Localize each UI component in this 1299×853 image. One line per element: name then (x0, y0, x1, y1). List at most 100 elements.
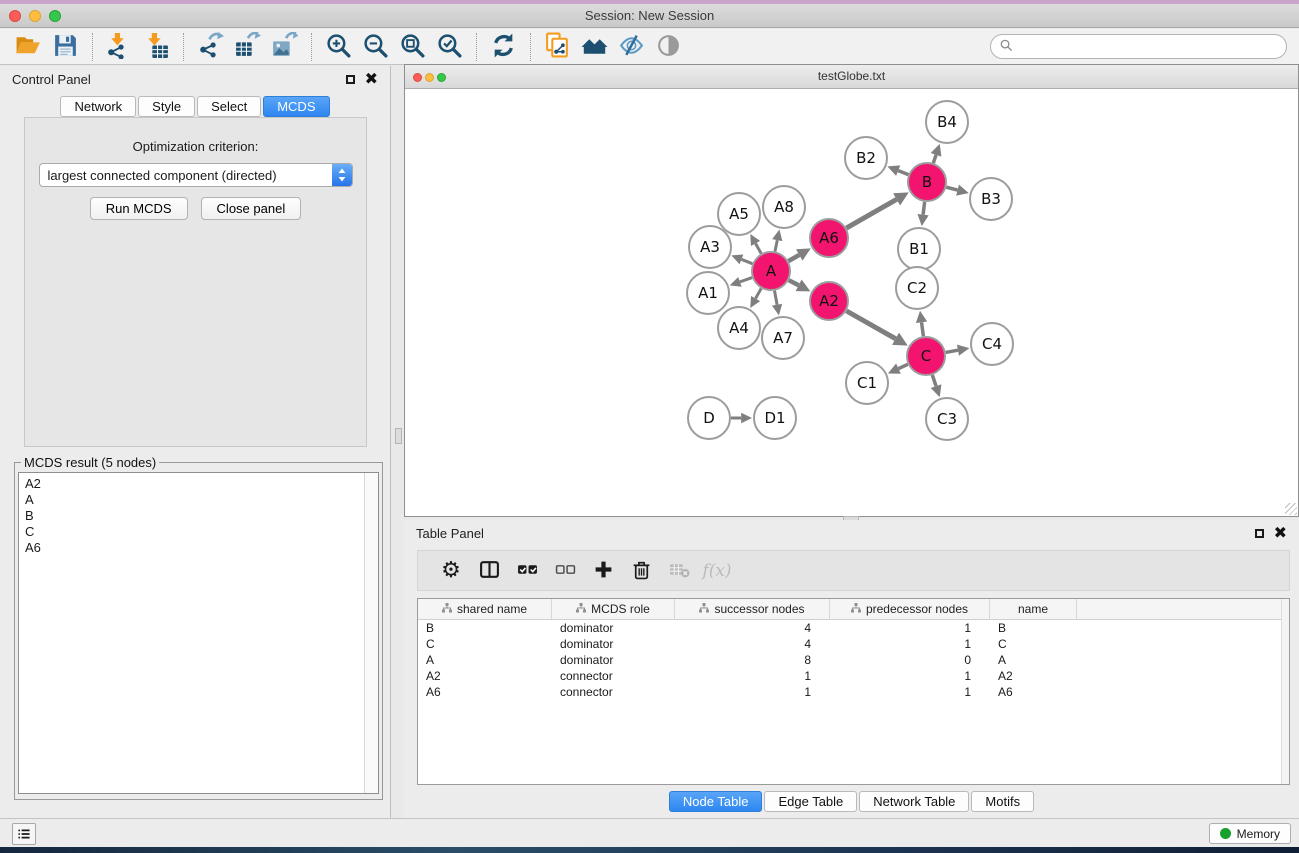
table-row[interactable]: Adominator80A (418, 652, 1289, 668)
graph-edge-C-C2[interactable] (922, 322, 924, 336)
hide-panel-icon (618, 32, 645, 62)
graph-edge-A-A2[interactable] (789, 280, 799, 285)
graph-edge-arrow (931, 384, 942, 397)
result-item[interactable]: B (25, 508, 372, 524)
zoom-selected-button[interactable] (431, 32, 468, 62)
graph-edge-A-A8[interactable] (775, 240, 777, 251)
column-header-successor-nodes[interactable]: successor nodes (675, 599, 830, 619)
tab-mcds[interactable]: MCDS (263, 96, 329, 117)
zoom-in-button[interactable] (320, 32, 357, 62)
import-table-button[interactable] (138, 32, 175, 62)
graph-edge-A6-B[interactable] (846, 199, 896, 228)
graph-node-label: A7 (773, 329, 793, 347)
cell-name: C (990, 637, 1077, 651)
graph-edge-B-B3[interactable] (946, 187, 957, 190)
delete-button[interactable] (622, 555, 660, 587)
run-mcds-button[interactable]: Run MCDS (90, 197, 188, 220)
tab-edge-table[interactable]: Edge Table (764, 791, 857, 812)
graph-edge-C-C1[interactable] (898, 364, 907, 368)
task-history-button[interactable] (12, 823, 36, 845)
export-network-button[interactable] (192, 32, 229, 62)
float-table-panel-icon[interactable] (1255, 529, 1264, 538)
graph-edge-A-A1[interactable] (740, 278, 752, 282)
column-header-name[interactable]: name (990, 599, 1077, 619)
table-panel: Table Panel ✖ ⚙f(x) shared nameMCDS role… (404, 520, 1299, 818)
split-view-button[interactable] (470, 555, 508, 587)
graph-edge-B-B1[interactable] (923, 202, 925, 215)
toolbar-separator (183, 33, 184, 61)
table-panel-header: Table Panel ✖ (404, 520, 1299, 546)
graph-node-label: B2 (856, 149, 876, 167)
toolbar-separator (530, 33, 531, 61)
graph-edge-A-A4[interactable] (756, 288, 762, 298)
graph-edge-A2-C[interactable] (846, 311, 895, 339)
resize-corner-handle[interactable] (1285, 503, 1297, 515)
tab-node-table[interactable]: Node Table (669, 791, 763, 812)
column-header-predecessor-nodes[interactable]: predecessor nodes (830, 599, 990, 619)
table-scrollbar[interactable] (1281, 599, 1289, 784)
tab-style[interactable]: Style (138, 96, 195, 117)
table-row[interactable]: A6connector11A6 (418, 684, 1289, 700)
show-panel-button[interactable] (650, 32, 687, 62)
graph-edge-B-B2[interactable] (898, 171, 908, 175)
criterion-select[interactable]: largest connected component (directed) (39, 163, 353, 187)
add-icon (593, 559, 614, 583)
refresh-button[interactable] (485, 32, 522, 62)
save-button[interactable] (47, 32, 84, 62)
export-table-button[interactable] (229, 32, 266, 62)
graph-edge-A-A6[interactable] (788, 255, 799, 261)
deselect-all-button[interactable] (546, 555, 584, 587)
graph-node-label: C2 (907, 279, 927, 297)
result-list-scrollbar[interactable] (364, 473, 378, 793)
zoom-fit-button[interactable] (394, 32, 431, 62)
column-header-mcds-role[interactable]: MCDS role (552, 599, 675, 619)
cell-shared-name: A6 (418, 685, 552, 699)
cell-mcds-role: dominator (552, 637, 675, 651)
close-panel-icon[interactable]: ✖ (365, 73, 378, 85)
table-row[interactable]: Bdominator41B (418, 620, 1289, 636)
column-header-shared-name[interactable]: shared name (418, 599, 552, 619)
memory-button[interactable]: Memory (1209, 823, 1291, 844)
graph-edge-C-C4[interactable] (946, 350, 958, 352)
result-item[interactable]: A2 (25, 476, 372, 492)
graph-edge-A-A3[interactable] (741, 259, 752, 263)
gear-button[interactable]: ⚙ (432, 555, 470, 587)
tree-icon (699, 602, 709, 616)
cell-name: A6 (990, 685, 1077, 699)
result-item[interactable]: A6 (25, 540, 372, 556)
tab-select[interactable]: Select (197, 96, 261, 117)
export-image-button[interactable] (266, 32, 303, 62)
open-folder-button[interactable] (10, 32, 47, 62)
close-panel-button[interactable]: Close panel (201, 197, 302, 220)
float-panel-icon[interactable] (346, 75, 355, 84)
search-box[interactable] (990, 34, 1287, 59)
table-row[interactable]: A2connector11A2 (418, 668, 1289, 684)
cell-predecessor-nodes: 1 (830, 669, 990, 683)
search-input[interactable] (1018, 39, 1278, 54)
tab-network[interactable]: Network (60, 96, 136, 117)
duplicate-network-button[interactable] (539, 32, 576, 62)
import-network-button[interactable] (101, 32, 138, 62)
graph-edge-A-A7[interactable] (775, 291, 778, 305)
result-item[interactable]: C (25, 524, 372, 540)
result-item[interactable]: A (25, 492, 372, 508)
tree-icon (442, 602, 452, 616)
graph-edge-B-B4[interactable] (933, 155, 936, 163)
home-button[interactable] (576, 32, 613, 62)
network-canvas[interactable]: AA1A2A3A4A5A6A7A8BB1B2B3B4CC1C2C3C4DD1 (405, 89, 1298, 516)
graph-edge-C-C3[interactable] (932, 375, 936, 386)
tab-network-table[interactable]: Network Table (859, 791, 969, 812)
hide-panel-button[interactable] (613, 32, 650, 62)
add-button[interactable] (584, 555, 622, 587)
graph-edge-A-A5[interactable] (756, 243, 762, 253)
table-row[interactable]: Cdominator41C (418, 636, 1289, 652)
zoom-out-button[interactable] (357, 32, 394, 62)
cell-predecessor-nodes: 1 (830, 637, 990, 651)
graph-node-label: A1 (698, 284, 718, 302)
cell-successor-nodes: 8 (675, 653, 830, 667)
vertical-splitter-handle[interactable] (395, 428, 402, 444)
select-all-button[interactable] (508, 555, 546, 587)
tab-motifs[interactable]: Motifs (971, 791, 1034, 812)
close-table-panel-icon[interactable]: ✖ (1274, 527, 1287, 539)
graph-node-label: C3 (937, 410, 957, 428)
